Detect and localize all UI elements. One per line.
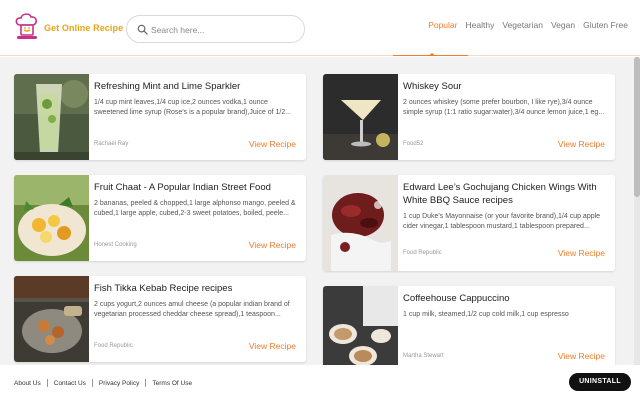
recipe-card[interactable]: Refreshing Mint and Lime Sparkler 1/4 cu… [14,74,306,160]
recipe-title[interactable]: Refreshing Mint and Lime Sparkler [94,80,300,93]
recipe-title[interactable]: Coffeehouse Cappuccino [403,292,609,305]
recipe-source: Rachael Ray [94,141,129,147]
tab-vegetarian[interactable]: Vegetarian [502,20,543,30]
tab-vegan[interactable]: Vegan [551,20,575,30]
chicken-wings-photo [323,175,398,271]
header: Get Online Recipe Popular Healthy Vegeta… [0,0,640,56]
recipe-card[interactable]: Edward Lee’s Gochujang Chicken Wings Wit… [323,175,615,271]
recipe-title[interactable]: Whiskey Sour [403,80,609,93]
tab-healthy[interactable]: Healthy [466,20,495,30]
view-recipe-link[interactable]: View Recipe [249,139,296,149]
search-input[interactable] [151,21,299,38]
mint-lime-drink-photo [14,74,89,160]
view-recipe-link[interactable]: View Recipe [558,351,605,361]
terms-of-use-link[interactable]: Terms Of Use [152,380,192,387]
view-recipe-link[interactable]: View Recipe [558,248,605,258]
brand-name: Get Online Recipe [44,23,124,33]
cappuccino-photo [323,286,398,365]
recipe-ingredients: 1/4 cup mint leaves,1/4 cup ice,2 ounces… [94,99,292,116]
privacy-policy-link[interactable]: Privacy Policy [99,380,139,387]
uninstall-button[interactable]: UNINSTALL [569,373,631,391]
recipe-source: Martha Stewart [403,353,444,359]
view-recipe-link[interactable]: View Recipe [558,139,605,149]
contact-us-link[interactable]: Contact Us [54,380,86,387]
recipe-card[interactable]: Coffeehouse Cappuccino 1 cup milk, steam… [323,286,615,365]
recipe-source: Food Republic [403,250,442,256]
fruit-chaat-photo [14,175,89,261]
search-icon [137,24,148,35]
whiskey-sour-photo [323,74,398,160]
fish-tikka-photo [14,276,89,362]
recipe-ingredients: 1 cup Duke's Mayonnaise (or your favorit… [403,213,601,230]
recipe-grid: Refreshing Mint and Lime Sparkler 1/4 cu… [0,57,640,365]
view-recipe-link[interactable]: View Recipe [249,341,296,351]
active-tab-caret [428,53,436,56]
recipe-ingredients: 2 bananas, peeled & chopped,1 large alph… [94,200,296,217]
recipe-ingredients: 2 cups yogurt,2 ounces amul cheese (a po… [94,301,290,318]
divider [46,379,48,387]
recipe-card[interactable]: Fruit Chaat - A Popular Indian Street Fo… [14,175,306,261]
recipe-card[interactable]: Whiskey Sour 2 ounces whiskey (some pref… [323,74,615,160]
recipe-ingredients: 1 cup milk, steamed,1/2 cup cold milk,1 … [403,311,569,318]
divider [91,379,93,387]
about-us-link[interactable]: About Us [14,380,41,387]
footer: About Us Contact Us Privacy Policy Terms… [0,365,640,400]
recipe-source: Food Republic [94,343,133,349]
brand-logo[interactable]: Get Online Recipe [14,12,123,44]
recipe-source: Food52 [403,141,424,147]
recipe-title[interactable]: Fruit Chaat - A Popular Indian Street Fo… [94,181,300,194]
category-nav: Popular Healthy Vegetarian Vegan Gluten … [420,20,628,30]
tab-gluten-free[interactable]: Gluten Free [583,20,628,30]
tab-popular[interactable]: Popular [428,20,457,30]
divider [145,379,147,387]
recipe-ingredients: 2 ounces whiskey (some prefer bourbon, I… [403,99,605,116]
recipe-source: Honest Cooking [94,242,137,248]
scrollbar-thumb[interactable] [634,57,640,197]
recipe-card[interactable]: Fish Tikka Kebab Recipe recipes 2 cups y… [14,276,306,362]
recipe-title[interactable]: Edward Lee’s Gochujang Chicken Wings Wit… [403,181,609,207]
view-recipe-link[interactable]: View Recipe [249,240,296,250]
search-box[interactable] [126,15,305,43]
recipe-title[interactable]: Fish Tikka Kebab Recipe recipes [94,282,300,295]
footer-links: About Us Contact Us Privacy Policy Terms… [14,379,192,387]
chef-hat-icon [14,12,40,44]
